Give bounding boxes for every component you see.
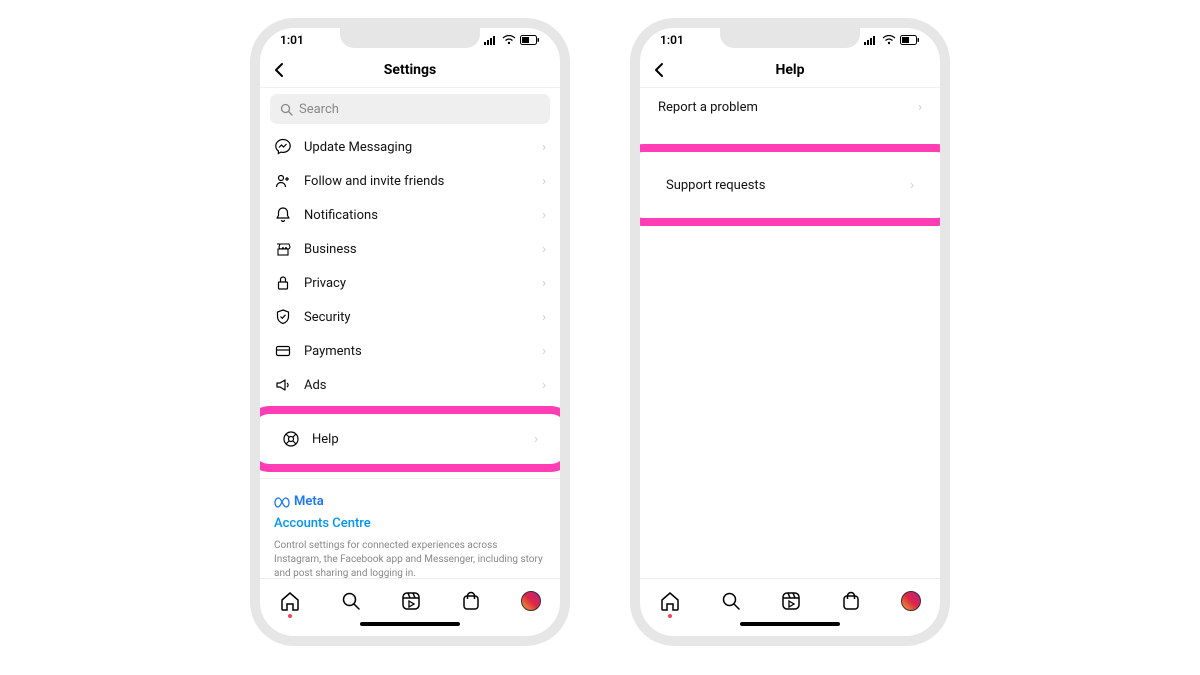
chevron-right-icon: › xyxy=(918,100,922,115)
back-button[interactable] xyxy=(270,61,288,79)
invite-icon xyxy=(274,172,292,190)
row-update-messaging[interactable]: Update Messaging › xyxy=(260,130,560,164)
row-payments[interactable]: Payments › xyxy=(260,334,560,368)
wifi-icon xyxy=(882,35,896,45)
row-label: Ads xyxy=(304,378,327,393)
store-icon xyxy=(274,240,292,258)
row-ads[interactable]: Ads › xyxy=(260,368,560,402)
wifi-icon xyxy=(502,35,516,45)
row-label: Payments xyxy=(304,344,362,359)
shield-icon xyxy=(274,308,292,326)
phone-notch xyxy=(720,26,860,48)
tab-profile[interactable] xyxy=(521,591,541,611)
home-indicator[interactable] xyxy=(640,622,940,636)
bell-icon xyxy=(274,206,292,224)
row-help[interactable]: Help › xyxy=(260,422,560,456)
search-placeholder: Search xyxy=(299,102,339,117)
chevron-right-icon: › xyxy=(542,208,546,223)
row-label: Support requests xyxy=(666,178,765,193)
highlight-help: Help › xyxy=(260,406,560,472)
search-icon xyxy=(280,103,293,116)
avatar-icon xyxy=(901,591,921,611)
header: Settings xyxy=(260,52,560,88)
settings-list: Update Messaging › Follow and invite fri… xyxy=(260,130,560,578)
chevron-right-icon: › xyxy=(910,178,914,193)
row-label: Update Messaging xyxy=(304,140,412,155)
battery-icon xyxy=(520,35,540,45)
status-right xyxy=(484,35,540,45)
status-time: 1:01 xyxy=(280,33,304,47)
tab-home[interactable] xyxy=(659,590,681,612)
tab-home[interactable] xyxy=(279,590,301,612)
home-indicator[interactable] xyxy=(260,622,560,636)
chevron-right-icon: › xyxy=(542,310,546,325)
page-title: Help xyxy=(640,62,940,78)
page-title: Settings xyxy=(260,62,560,78)
phone-help: 1:01 Help Report a problem › Support req… xyxy=(630,18,950,646)
status-time: 1:01 xyxy=(660,33,684,47)
tab-bar xyxy=(260,578,560,622)
status-right xyxy=(864,35,920,45)
row-label: Business xyxy=(304,242,357,257)
help-list: Report a problem › Support requests › xyxy=(640,88,940,578)
lock-icon xyxy=(274,274,292,292)
back-button[interactable] xyxy=(650,61,668,79)
chevron-right-icon: › xyxy=(542,174,546,189)
phone-notch xyxy=(340,26,480,48)
meta-label: Meta xyxy=(294,493,324,511)
phone-settings: 1:01 Settings Search Update Messaging xyxy=(250,18,570,646)
tab-reels[interactable] xyxy=(780,590,802,612)
tab-profile[interactable] xyxy=(901,591,921,611)
chevron-right-icon: › xyxy=(534,432,538,447)
meta-description: Control settings for connected experienc… xyxy=(274,539,546,578)
row-label: Privacy xyxy=(304,276,346,291)
row-support-requests[interactable]: Support requests › xyxy=(640,166,940,204)
meta-logo: Meta xyxy=(274,493,546,511)
row-label: Follow and invite friends xyxy=(304,174,444,189)
row-follow-invite[interactable]: Follow and invite friends › xyxy=(260,164,560,198)
tab-reels[interactable] xyxy=(400,590,422,612)
chevron-right-icon: › xyxy=(542,344,546,359)
signal-icon xyxy=(864,35,878,45)
messenger-icon xyxy=(274,138,292,156)
accounts-centre-link[interactable]: Accounts Centre xyxy=(274,515,546,533)
search-input[interactable]: Search xyxy=(270,94,550,124)
row-label: Help xyxy=(312,432,339,447)
notification-dot xyxy=(288,614,292,618)
row-notifications[interactable]: Notifications › xyxy=(260,198,560,232)
card-icon xyxy=(274,342,292,360)
avatar-icon xyxy=(521,591,541,611)
header: Help xyxy=(640,52,940,88)
tab-bar xyxy=(640,578,940,622)
ads-icon xyxy=(274,376,292,394)
row-label: Notifications xyxy=(304,208,378,223)
chevron-right-icon: › xyxy=(542,378,546,393)
tab-search[interactable] xyxy=(720,590,742,612)
row-label: Security xyxy=(304,310,351,325)
tab-shop[interactable] xyxy=(840,590,862,612)
row-business[interactable]: Business › xyxy=(260,232,560,266)
highlight-support-requests: Support requests › xyxy=(640,144,940,226)
divider xyxy=(260,478,560,479)
chevron-right-icon: › xyxy=(542,242,546,257)
signal-icon xyxy=(484,35,498,45)
battery-icon xyxy=(900,35,920,45)
tab-shop[interactable] xyxy=(460,590,482,612)
row-security[interactable]: Security › xyxy=(260,300,560,334)
chevron-right-icon: › xyxy=(542,276,546,291)
meta-block: Meta Accounts Centre Control settings fo… xyxy=(260,485,560,578)
notification-dot xyxy=(668,614,672,618)
help-icon xyxy=(282,430,300,448)
tab-search[interactable] xyxy=(340,590,362,612)
row-report-problem[interactable]: Report a problem › xyxy=(640,88,940,126)
chevron-right-icon: › xyxy=(542,140,546,155)
row-label: Report a problem xyxy=(658,100,758,115)
row-privacy[interactable]: Privacy › xyxy=(260,266,560,300)
